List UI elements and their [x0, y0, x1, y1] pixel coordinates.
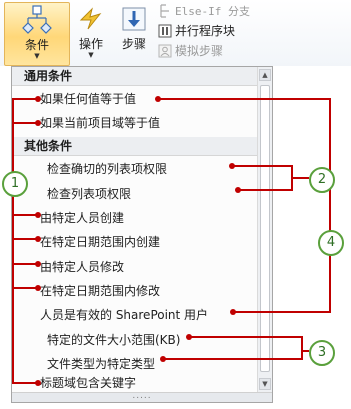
actions-button[interactable]: 操作 ▼ — [72, 2, 110, 64]
menu-item-created-in-date-range[interactable]: 在特定日期范围内创建 — [12, 231, 286, 253]
menu-item-any-value-equals[interactable]: 如果任何值等于值 — [12, 88, 286, 110]
parallel-block-label: 并行程序块 — [175, 24, 236, 38]
menu-item-check-permissions[interactable]: 检查列表项权限 — [12, 183, 293, 205]
scroll-thumb[interactable] — [260, 85, 270, 372]
parallel-block-button[interactable]: 并行程序块 — [158, 22, 235, 39]
elseif-branch-button[interactable]: Else-If 分支 — [158, 2, 250, 19]
actions-label: 操作 — [78, 37, 103, 51]
other-conditions-header: 其他条件 — [12, 137, 258, 156]
impersonation-step-label: 模拟步骤 — [175, 44, 224, 58]
down-arrow-step-icon — [121, 6, 147, 35]
ribbon: 条件 ▼ 操作 ▼ 步骤 Else-If 分支 并行程序块 模拟步骤 — [0, 0, 351, 66]
steps-button[interactable]: 步骤 — [114, 2, 154, 64]
scroll-up-button[interactable]: ▲ — [259, 69, 271, 81]
menu-item-modified-by-person[interactable]: 由特定人员修改 — [12, 256, 286, 278]
menu-item-check-exact-permissions[interactable]: 检查确切的列表项权限 — [12, 158, 293, 180]
parallel-block-icon — [158, 24, 172, 38]
menu-item-current-item-field-equals[interactable]: 如果当前项目域等于值 — [12, 112, 286, 134]
lightning-icon — [78, 6, 104, 35]
vertical-scrollbar[interactable]: ▲ ▼ — [257, 67, 272, 392]
callout-badge-3: 3 — [309, 340, 335, 366]
callout-badge-2: 2 — [309, 167, 335, 193]
chevron-down-icon: ▼ — [34, 52, 40, 60]
conditions-list: 通用条件 如果任何值等于值 如果当前项目域等于值 其他条件 检查确切的列表项权限… — [12, 67, 258, 392]
impersonation-step-button[interactable]: 模拟步骤 — [158, 42, 223, 59]
elseif-branch-icon — [158, 3, 172, 18]
menu-item-file-size-range[interactable]: 特定的文件大小范围(KB) — [12, 329, 293, 351]
scroll-down-button[interactable]: ▼ — [259, 378, 271, 390]
steps-label: 步骤 — [121, 37, 146, 51]
callout-badge-4: 4 — [318, 230, 344, 256]
menu-item-created-by-person[interactable]: 由特定人员创建 — [12, 207, 286, 229]
impersonation-icon — [158, 44, 172, 58]
menu-item-valid-sharepoint-user[interactable]: 人员是有效的 SharePoint 用户 — [12, 304, 286, 326]
conditions-label: 条件 — [24, 38, 49, 52]
elseif-branch-label: Else-If 分支 — [175, 4, 250, 18]
chevron-down-icon: ▼ — [88, 51, 94, 59]
callout-badge-1: 1 — [2, 171, 28, 197]
conditions-dropdown: 通用条件 如果任何值等于值 如果当前项目域等于值 其他条件 检查确切的列表项权限… — [11, 66, 273, 403]
common-conditions-header: 通用条件 — [12, 67, 258, 86]
resize-grip[interactable]: ..... — [12, 392, 272, 402]
conditions-button[interactable]: 条件 ▼ — [4, 2, 70, 66]
menu-item-modified-in-date-range[interactable]: 在特定日期范围内修改 — [12, 280, 286, 302]
branch-diagram-icon — [22, 5, 52, 38]
